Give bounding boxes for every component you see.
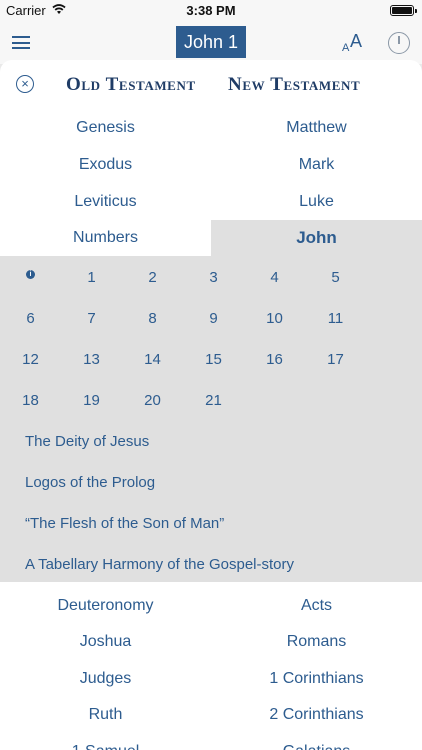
chapter-button[interactable]: 9 [183, 310, 244, 327]
menu-icon[interactable] [12, 36, 30, 49]
chapter-button[interactable]: 11 [305, 310, 366, 327]
book-romans[interactable]: Romans [211, 632, 422, 652]
chapter-button[interactable]: 16 [244, 351, 305, 368]
battery-icon [390, 5, 417, 16]
tab-old-testament[interactable]: Old Testament [66, 74, 196, 96]
passage-title-button[interactable]: John 1 [176, 26, 246, 58]
book-john[interactable]: John [211, 228, 422, 248]
chapter-button[interactable]: 10 [244, 310, 305, 327]
chapter-button[interactable]: 21 [183, 392, 244, 409]
chapter-panel: i 1 2 3 4 5 6 7 8 9 10 11 12 13 14 15 16… [0, 256, 422, 582]
chapter-button[interactable]: 6 [0, 310, 61, 327]
intro-link-flesh[interactable]: “The Flesh of the Son of Man” [25, 515, 224, 532]
book-judges[interactable]: Judges [0, 669, 211, 689]
book-mark[interactable]: Mark [211, 155, 422, 175]
book-leviticus[interactable]: Leviticus [0, 192, 211, 212]
navigation-bar: John 1 A A [0, 20, 422, 64]
book-acts[interactable]: Acts [211, 596, 422, 616]
intro-link-logos[interactable]: Logos of the Prolog [25, 474, 155, 491]
chapter-button[interactable]: 5 [305, 269, 366, 286]
book-joshua[interactable]: Joshua [0, 632, 211, 652]
book-ruth[interactable]: Ruth [0, 705, 211, 725]
chapter-button[interactable]: 12 [0, 351, 61, 368]
book-2-corinthians[interactable]: 2 Corinthians [211, 705, 422, 725]
book-matthew[interactable]: Matthew [211, 118, 422, 138]
chapter-button[interactable]: 19 [61, 392, 122, 409]
book-numbers[interactable]: Numbers [0, 228, 211, 248]
chapter-button[interactable]: 7 [61, 310, 122, 327]
tab-new-testament[interactable]: New Testament [228, 74, 360, 96]
close-icon[interactable]: × [16, 75, 34, 93]
chapter-button[interactable]: 1 [61, 269, 122, 286]
chapter-button[interactable]: 18 [0, 392, 61, 409]
font-size-small-letter: A [342, 42, 350, 54]
chapter-button[interactable]: 14 [122, 351, 183, 368]
chapter-button[interactable]: 2 [122, 269, 183, 286]
chapter-button[interactable]: 17 [305, 351, 366, 368]
book-1-samuel[interactable]: 1 Samuel [0, 742, 211, 750]
chapter-button[interactable]: 15 [183, 351, 244, 368]
chapter-button[interactable]: 8 [122, 310, 183, 327]
book-1-corinthians[interactable]: 1 Corinthians [211, 669, 422, 689]
status-time: 3:38 PM [186, 3, 236, 18]
chapter-button[interactable]: 13 [61, 351, 122, 368]
font-size-large-letter: A [350, 31, 363, 51]
chapter-button[interactable]: 4 [244, 269, 305, 286]
chapter-button[interactable]: 3 [183, 269, 244, 286]
intro-link-deity[interactable]: The Deity of Jesus [25, 433, 149, 450]
intro-link-harmony[interactable]: A Tabellary Harmony of the Gospel-story [25, 556, 294, 573]
book-deuteronomy[interactable]: Deuteronomy [0, 596, 211, 616]
book-genesis[interactable]: Genesis [0, 118, 211, 138]
info-icon[interactable]: i [26, 270, 35, 279]
history-clock-icon[interactable] [388, 32, 410, 54]
book-galatians[interactable]: Galatians [211, 742, 422, 750]
book-picker-sheet: × Old Testament New Testament Genesis Ex… [0, 60, 422, 750]
book-luke[interactable]: Luke [211, 192, 422, 212]
book-exodus[interactable]: Exodus [0, 155, 211, 175]
font-size-icon[interactable]: A A [342, 31, 364, 54]
chapter-button[interactable]: 20 [122, 392, 183, 409]
status-bar: Carrier 3:38 PM [0, 0, 422, 20]
